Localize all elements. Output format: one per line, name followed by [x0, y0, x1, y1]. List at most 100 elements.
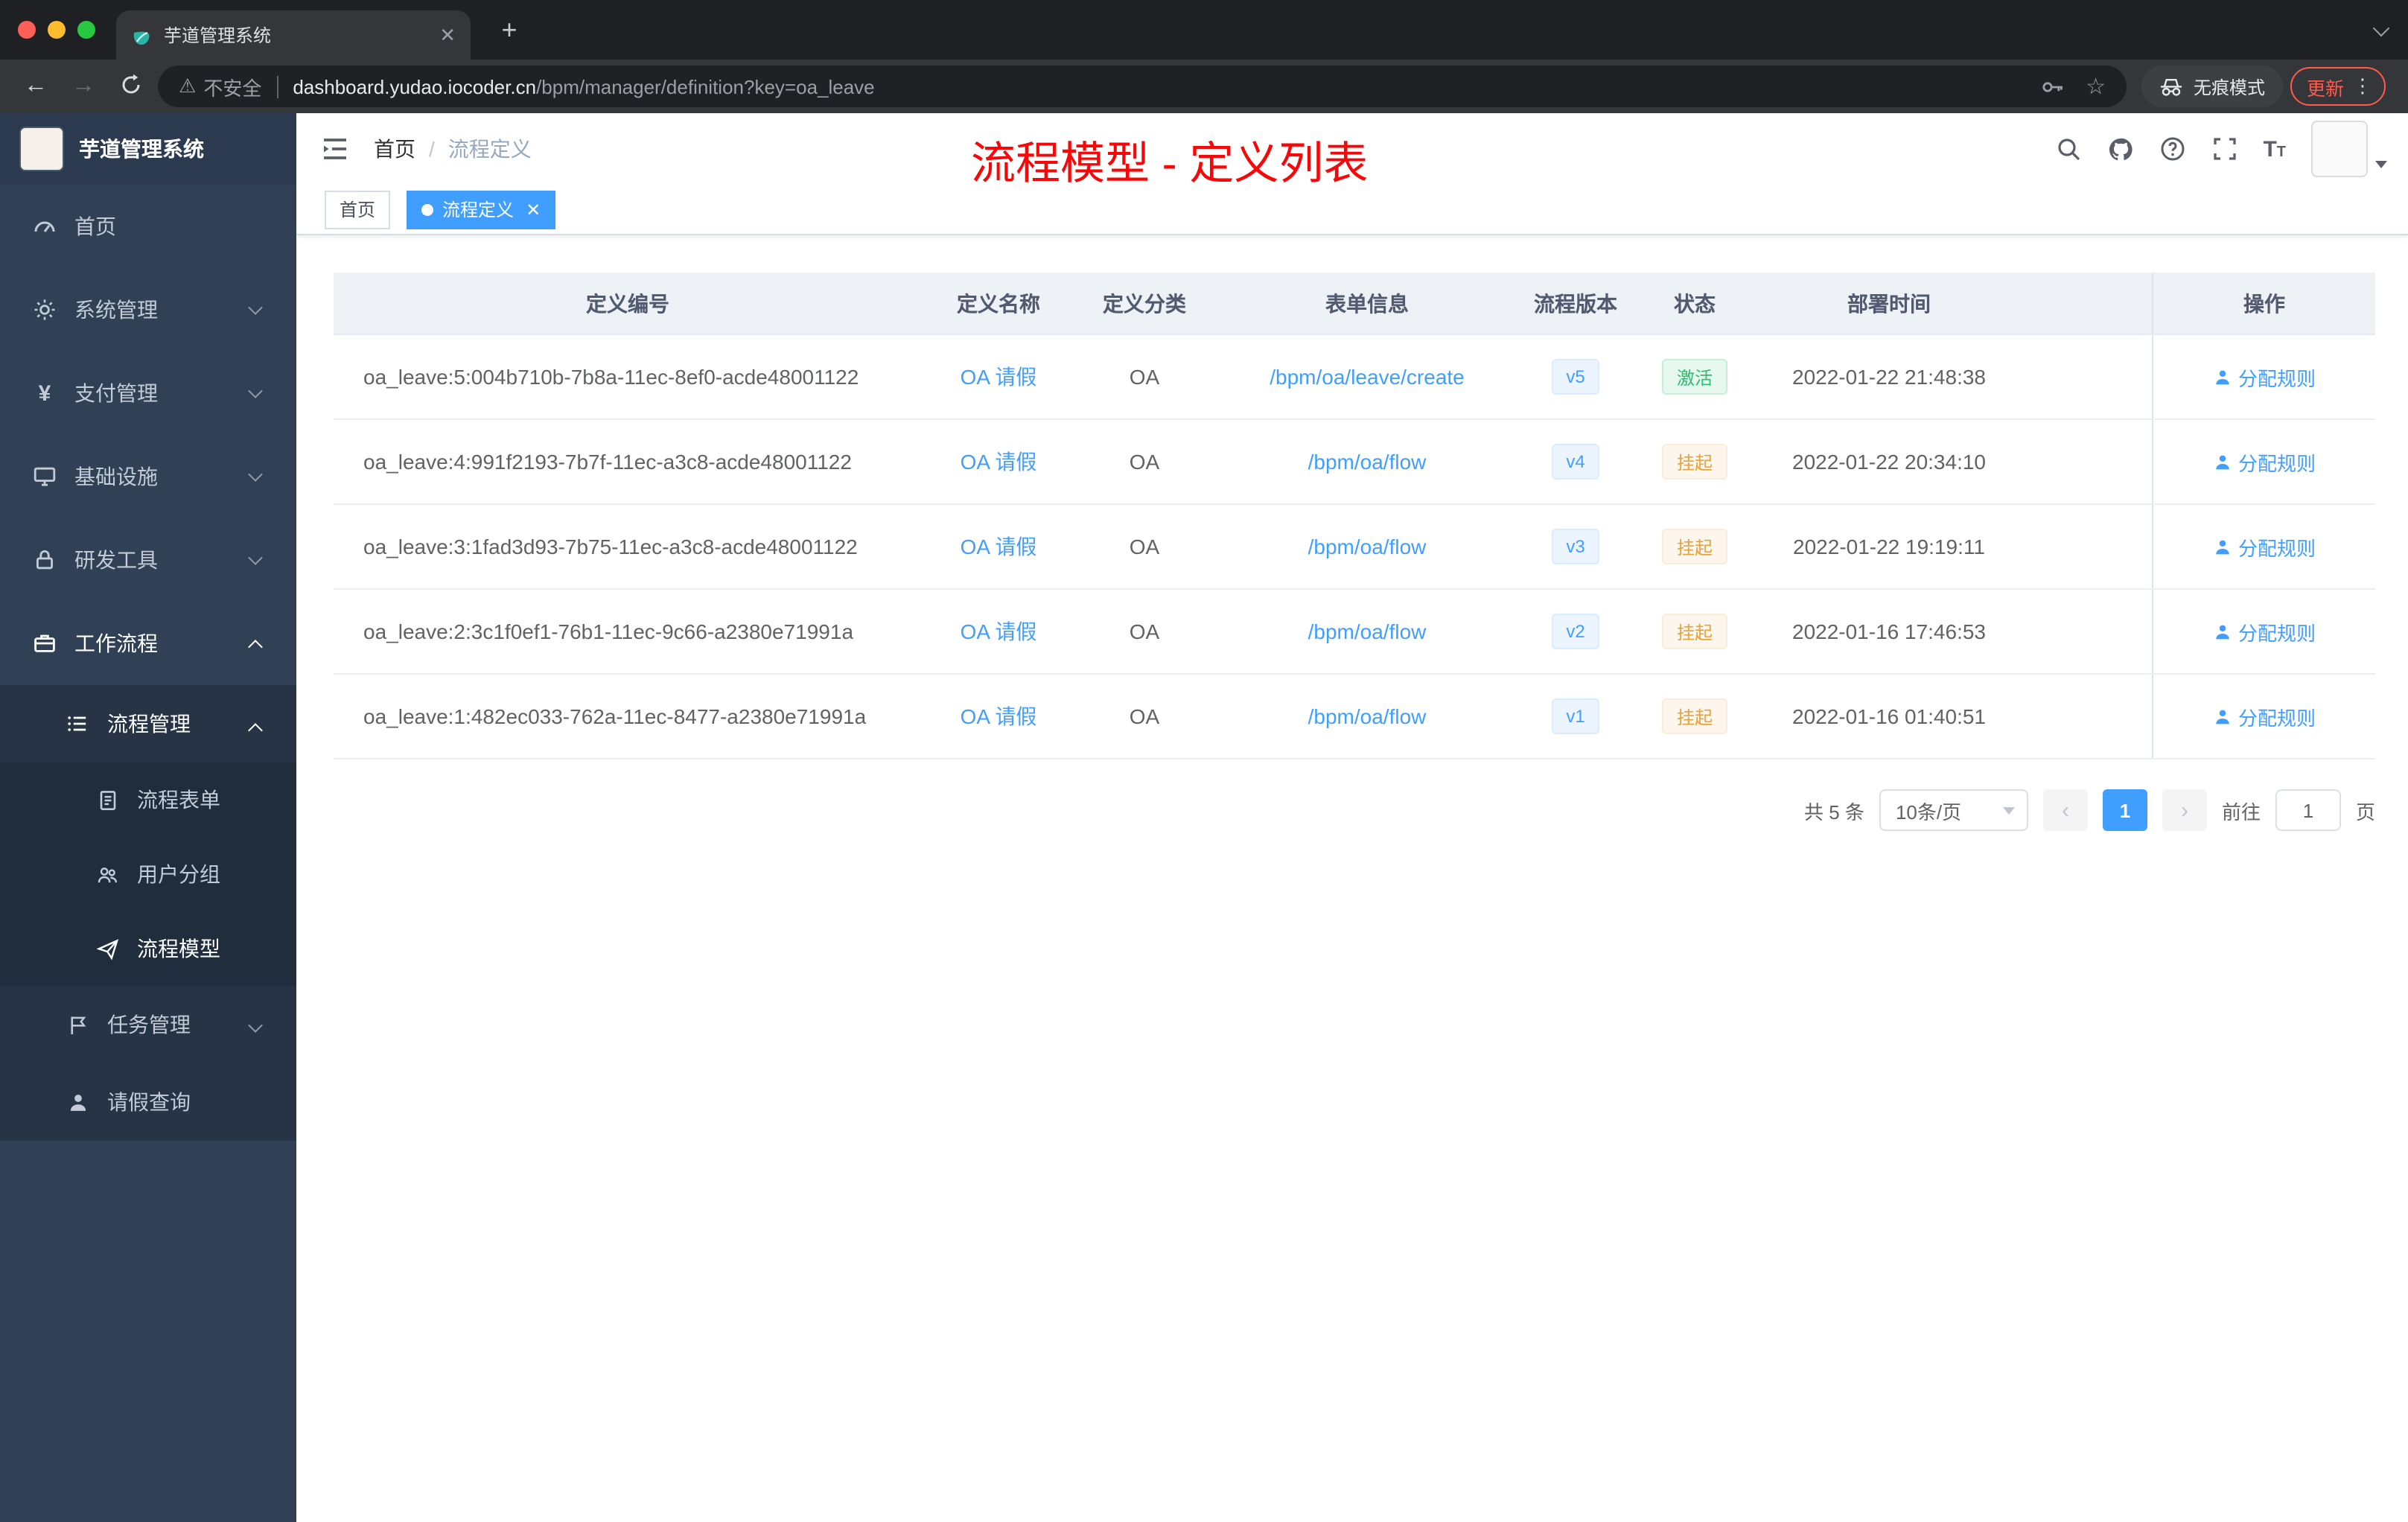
tag-close-icon[interactable]: ✕ [526, 199, 541, 220]
sidebar-item-home[interactable]: 首页 [0, 185, 296, 268]
current-page-button[interactable]: 1 [2102, 789, 2147, 831]
fullscreen-icon[interactable] [2211, 136, 2237, 162]
form-link[interactable]: /bpm/oa/flow [1308, 704, 1427, 728]
user-icon [2216, 369, 2229, 384]
incognito-badge: 无痕模式 [2141, 66, 2284, 107]
form-link[interactable]: /bpm/oa/leave/create [1270, 365, 1465, 389]
assign-rule-link[interactable]: 分配规则 [2213, 702, 2316, 730]
document-icon [95, 788, 119, 812]
browser-tab[interactable]: 芋道管理系统 ✕ [116, 10, 471, 60]
tags-view-bar: 首页 流程定义 ✕ [296, 185, 2408, 235]
assign-rule-link[interactable]: 分配规则 [2213, 448, 2316, 476]
minimize-window-button[interactable] [48, 21, 66, 39]
cell-category: OA [1129, 450, 1160, 474]
sidebar-item-infrastructure[interactable]: 基础设施 [0, 435, 296, 518]
col-action: 操作 [2152, 273, 2375, 334]
forward-button[interactable]: → [63, 73, 104, 100]
help-icon[interactable] [2159, 136, 2185, 162]
bookmark-star-icon[interactable]: ☆ [2086, 73, 2106, 100]
paper-plane-icon [95, 937, 119, 961]
assign-rule-link[interactable]: 分配规则 [2213, 532, 2316, 561]
form-link[interactable]: /bpm/oa/flow [1308, 620, 1427, 643]
sidebar-item-task-management[interactable]: 任务管理 [0, 986, 296, 1063]
page-size-select[interactable]: 10条/页 [1879, 789, 2028, 831]
form-link[interactable]: /bpm/oa/flow [1308, 450, 1427, 474]
password-key-icon[interactable] [2039, 74, 2065, 99]
table-row: oa_leave:3:1fad3d93-7b75-11ec-a3c8-acde4… [334, 505, 2375, 590]
reload-button[interactable] [119, 73, 143, 97]
sidebar-item-system[interactable]: 系统管理 [0, 268, 296, 351]
form-link[interactable]: /bpm/oa/flow [1308, 535, 1427, 558]
sidebar: 芋道管理系统 首页 系统管理 ¥ 支付管理 基础设施 研发工具 工作流程 流程管… [0, 113, 296, 1522]
url-path: /bpm/manager/definition?key=oa_leave [536, 75, 875, 98]
user-avatar[interactable] [2311, 121, 2368, 177]
sidebar-item-process-model[interactable]: 流程模型 [0, 911, 296, 986]
user-icon [2216, 539, 2229, 554]
next-page-button[interactable]: › [2162, 789, 2207, 831]
update-label: 更新 [2307, 78, 2345, 99]
definition-name-link[interactable]: OA 请假 [961, 447, 1037, 477]
sidebar-item-workflow[interactable]: 工作流程 [0, 602, 296, 685]
search-icon[interactable] [2054, 136, 2081, 162]
breadcrumb-home[interactable]: 首页 [374, 134, 415, 164]
tab-favicon [133, 31, 150, 44]
definition-table: 定义编号 定义名称 定义分类 表单信息 流程版本 状态 部署时间 操作 oa_l… [334, 273, 2375, 760]
pagination: 共 5 条 10条/页 ‹ 1 › 前往 页 [334, 789, 2375, 831]
gear-icon [33, 298, 57, 322]
task-flag-icon [66, 1013, 89, 1037]
goto-page-input[interactable] [2275, 789, 2341, 831]
browser-update-button[interactable]: 更新 ⋮ [2290, 67, 2386, 106]
tag-home[interactable]: 首页 [325, 190, 391, 229]
browser-menu-icon[interactable]: ⋮ [2353, 74, 2372, 98]
assign-rule-link[interactable]: 分配规则 [2213, 617, 2316, 646]
user-menu[interactable] [2311, 121, 2387, 177]
tab-search-icon[interactable] [2372, 19, 2390, 37]
cell-category: OA [1129, 620, 1160, 643]
breadcrumb: 首页 / 流程定义 [374, 134, 532, 164]
definition-name-link[interactable]: OA 请假 [961, 532, 1037, 561]
chevron-down-icon [248, 550, 263, 565]
tag-process-definition[interactable]: 流程定义 ✕ [407, 190, 556, 229]
status-tag: 激活 [1661, 359, 1727, 395]
briefcase-icon [33, 631, 57, 655]
table-row: oa_leave:4:991f2193-7b7f-11ec-a3c8-acde4… [334, 420, 2375, 505]
definition-name-link[interactable]: OA 请假 [961, 701, 1037, 731]
page-annotation: 流程模型 - 定义列表 [971, 140, 1369, 189]
assign-rule-link[interactable]: 分配规则 [2213, 363, 2316, 391]
new-tab-button[interactable]: + [491, 12, 527, 48]
person-icon [66, 1090, 89, 1114]
cell-deploy-time: 2022-01-22 19:19:11 [1793, 535, 1985, 558]
sidebar-item-process-management[interactable]: 流程管理 [0, 685, 296, 762]
yen-icon: ¥ [38, 380, 51, 406]
address-bar[interactable]: ⚠ 不安全 dashboard.yudao.iocoder.cn /bpm/ma… [158, 66, 2127, 107]
maximize-window-button[interactable] [77, 21, 95, 39]
back-button[interactable]: ← [15, 73, 57, 100]
table-row: oa_leave:2:3c1f0ef1-76b1-11ec-9c66-a2380… [334, 590, 2375, 675]
status-tag: 挂起 [1661, 444, 1727, 480]
col-definition-id: 定义编号 [586, 291, 669, 315]
chevron-down-icon [248, 300, 263, 315]
not-secure-icon: ⚠ [179, 75, 197, 98]
cell-definition-id: oa_leave:1:482ec033-762a-11ec-8477-a2380… [363, 704, 867, 728]
font-size-icon[interactable]: TT [2263, 136, 2286, 162]
tab-close-icon[interactable]: ✕ [439, 25, 456, 45]
cell-category: OA [1129, 365, 1160, 389]
cell-definition-id: oa_leave:3:1fad3d93-7b75-11ec-a3c8-acde4… [363, 535, 858, 558]
prev-page-button[interactable]: ‹ [2042, 789, 2088, 831]
user-icon [2216, 709, 2229, 724]
sidebar-item-devtools[interactable]: 研发工具 [0, 518, 296, 602]
app-logo [19, 127, 64, 171]
definition-name-link[interactable]: OA 请假 [961, 362, 1037, 392]
collapse-sidebar-icon[interactable] [320, 134, 350, 164]
definition-name-link[interactable]: OA 请假 [961, 617, 1037, 646]
app-title: 芋道管理系统 [79, 137, 204, 161]
sidebar-item-leave-query[interactable]: 请假查询 [0, 1063, 296, 1141]
sidebar-item-process-form[interactable]: 流程表单 [0, 762, 296, 837]
col-deploy-time: 部署时间 [1847, 291, 1931, 315]
sidebar-item-payment[interactable]: ¥ 支付管理 [0, 351, 296, 435]
cell-definition-id: oa_leave:2:3c1f0ef1-76b1-11ec-9c66-a2380… [363, 620, 854, 643]
close-window-button[interactable] [18, 21, 36, 39]
sidebar-item-user-group[interactable]: 用户分组 [0, 837, 296, 911]
github-icon[interactable] [2106, 136, 2133, 162]
url-divider [276, 75, 278, 98]
